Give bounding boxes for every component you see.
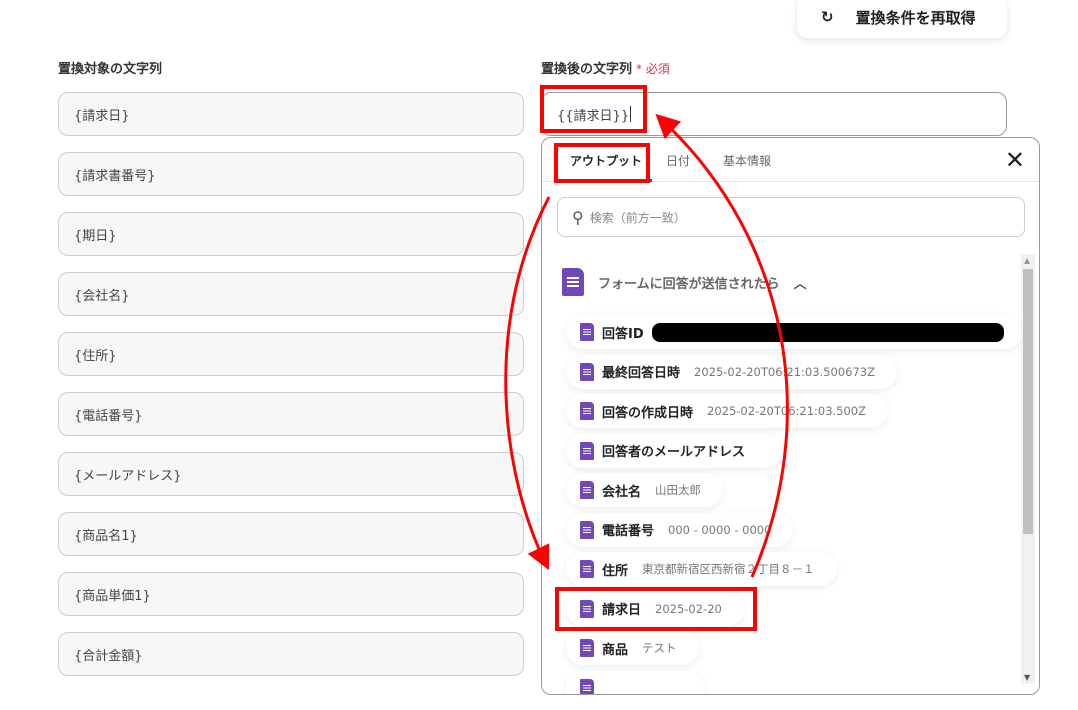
output-item[interactable]: 会社名 山田太郎	[566, 473, 724, 507]
item-value: 2025-02-20	[655, 601, 722, 616]
tab-date[interactable]: 日付	[666, 152, 690, 169]
search-icon: ⚲	[572, 207, 584, 227]
item-value: 山田太郎	[655, 483, 702, 497]
item-key: 会社名	[602, 484, 642, 500]
item-key: 請求日	[602, 603, 642, 618]
form-field-icon	[580, 362, 594, 381]
refresh-icon: ↻	[821, 8, 834, 26]
output-item[interactable]: 商品 テスト	[566, 631, 699, 665]
source-field[interactable]: {請求書番号}	[58, 152, 524, 196]
item-key: 回答者のメールアドレス	[602, 445, 746, 460]
output-item[interactable]: 回答の作成日時 2025-02-20T06:21:03.500Z	[566, 394, 889, 428]
source-field[interactable]: {住所}	[58, 332, 524, 376]
output-item[interactable]: 最終回答日時 2025-02-20T06:21:03.500673Z	[566, 354, 897, 389]
output-item[interactable]: 回答者のメールアドレス	[566, 433, 782, 468]
item-key: 最終回答日時	[602, 366, 681, 381]
output-item[interactable]: 電話番号 000 - 0000 - 0000	[566, 512, 794, 547]
form-field-icon	[580, 402, 594, 420]
output-item[interactable]: 請求日 2025-02-20	[566, 591, 744, 626]
item-value: 東京都新宿区西新宿２丁目８－１	[642, 562, 815, 576]
output-item[interactable]	[566, 670, 704, 694]
target-input[interactable]: {{請求日}}	[541, 92, 1007, 136]
form-field-icon	[580, 323, 594, 341]
group-header[interactable]: フォームに回答が送信されたら ︿	[562, 268, 807, 296]
tab-output[interactable]: アウトプット	[560, 152, 653, 182]
item-key: 回答ID	[602, 326, 644, 342]
item-value: 2025-02-20T06:21:03.500673Z	[694, 364, 875, 379]
form-field-icon	[580, 599, 594, 618]
source-field[interactable]: {請求日}	[58, 92, 524, 136]
form-field-icon	[580, 560, 594, 578]
source-label: 置換対象の文字列	[58, 62, 163, 77]
source-field[interactable]: {メールアドレス}	[58, 452, 524, 496]
variable-picker-popup: アウトプット 日付 基本情報 ✕ ⚲ 検索（前方一致） フォームに回答が送信された…	[541, 137, 1040, 695]
refetch-conditions-button[interactable]: ↻ 置換条件を再取得	[797, 0, 1007, 38]
item-key: 住所	[602, 563, 629, 579]
required-badge: * 必須	[636, 62, 670, 76]
tab-bar: アウトプット 日付 基本情報 ✕	[542, 138, 1039, 182]
item-key: 回答の作成日時	[602, 405, 694, 421]
form-field-icon	[580, 481, 594, 499]
scrollbar[interactable]: ▲ ▼	[1021, 254, 1035, 684]
tab-basic-info[interactable]: 基本情報	[723, 152, 771, 169]
google-forms-icon	[562, 268, 584, 296]
source-field[interactable]: {商品単価1}	[58, 572, 524, 616]
item-value: 2025-02-20T06:21:03.500Z	[707, 404, 867, 418]
output-item[interactable]: 回答ID	[566, 315, 1022, 349]
item-key: 電話番号	[602, 524, 655, 539]
form-field-icon	[580, 520, 594, 539]
output-item[interactable]: 住所 東京都新宿区西新宿２丁目８－１	[566, 552, 837, 586]
source-field[interactable]: {商品名1}	[58, 512, 524, 556]
search-input[interactable]: ⚲ 検索（前方一致）	[557, 197, 1025, 237]
form-field-icon	[580, 639, 594, 657]
source-field[interactable]: {会社名}	[58, 272, 524, 316]
form-field-icon	[580, 441, 594, 460]
item-key: 商品	[602, 642, 629, 658]
chevron-up-icon: ︿	[793, 276, 807, 292]
close-icon[interactable]: ✕	[1005, 146, 1025, 174]
source-field[interactable]: {合計金額}	[58, 632, 524, 676]
item-value: テスト	[642, 641, 677, 655]
redacted-value	[651, 322, 1004, 342]
source-field[interactable]: {期日}	[58, 212, 524, 256]
item-value: 000 - 0000 - 0000	[668, 522, 772, 537]
target-label: 置換後の文字列 * 必須	[541, 62, 670, 77]
source-field[interactable]: {電話番号}	[58, 392, 524, 436]
